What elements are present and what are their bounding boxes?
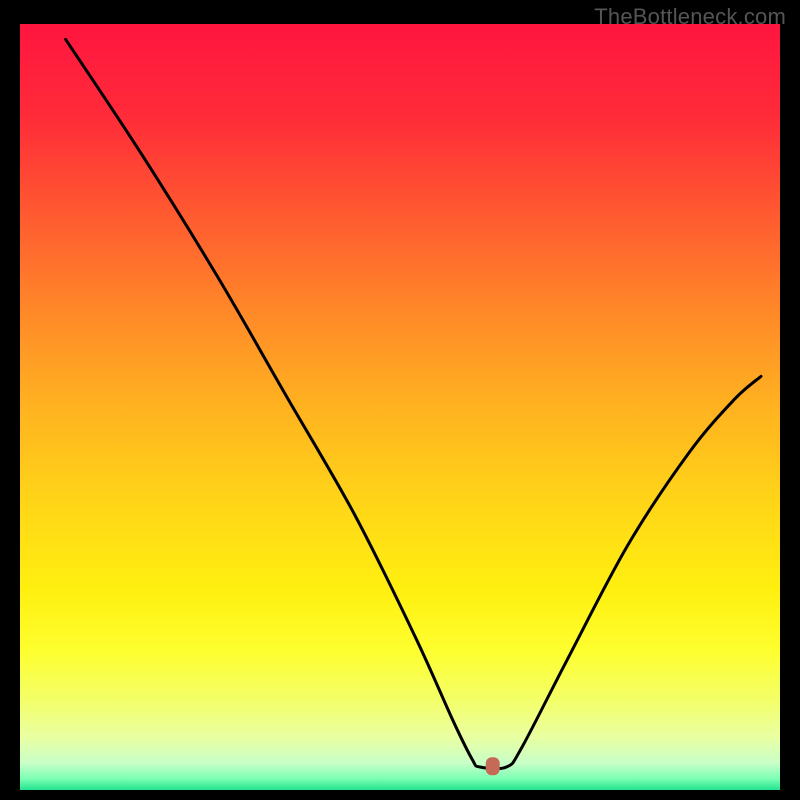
- plot-background: [20, 24, 780, 790]
- watermark-text: TheBottleneck.com: [594, 4, 786, 30]
- optimal-marker: [486, 757, 500, 775]
- chart-container: TheBottleneck.com: [0, 0, 800, 800]
- bottleneck-chart: [0, 0, 800, 800]
